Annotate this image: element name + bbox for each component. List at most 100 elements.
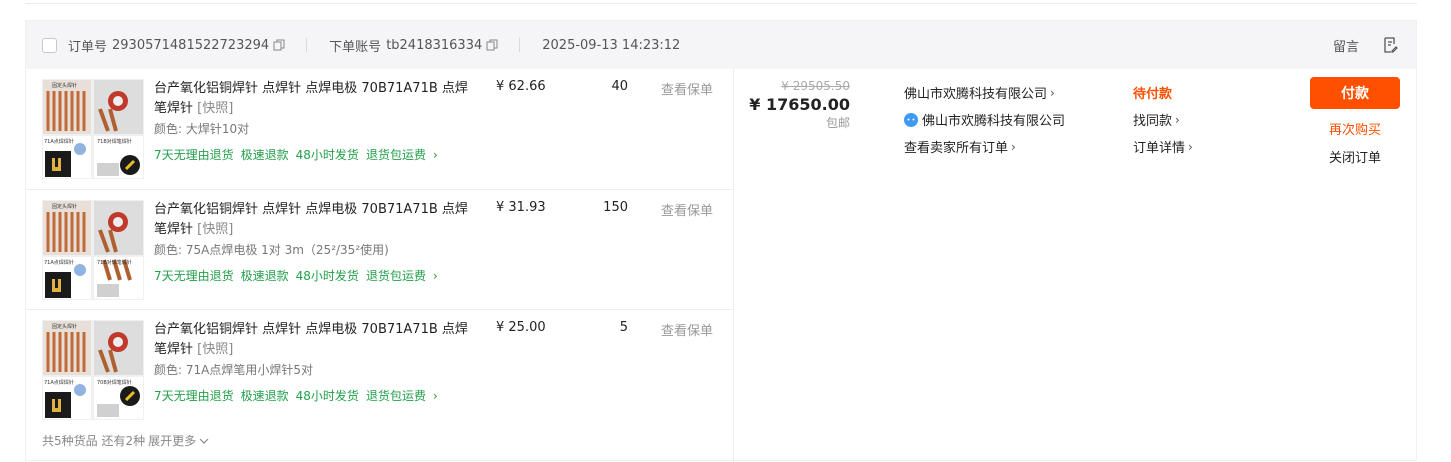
order-card: 订单号 2930571481522723294 下单账号 tb241831633… — [25, 20, 1417, 462]
order-status: 待付款 找同款 › 订单详情 › — [1133, 79, 1193, 160]
chevron-right-icon: › — [1175, 112, 1180, 127]
order-datetime: 2025-09-13 14:23:12 — [542, 37, 681, 53]
product-thumbnail[interactable]: 固定头焊针 71A点焊焊针 71B对焊笔焊针 — [42, 79, 144, 179]
service-tag: 7天无理由退货 — [154, 269, 234, 283]
chevron-right-icon[interactable]: › — [433, 148, 438, 162]
service-tag: 7天无理由退货 — [154, 389, 234, 403]
thumbnail-text: 70B对焊笔焊针 — [97, 379, 132, 386]
view-insurance-link[interactable]: 查看保单 — [661, 200, 713, 219]
shop-name[interactable]: 佛山市欢腾科技有限公司 — [904, 83, 1047, 102]
thumbnail-text: 71B对焊笔焊针 — [97, 259, 132, 266]
service-tag: 退货包运费 — [365, 269, 426, 283]
service-tag: 7天无理由退货 — [154, 148, 234, 162]
product-thumbnail[interactable]: 固定头焊针 71A点焊焊针 71B对焊笔焊针 — [42, 200, 144, 300]
view-insurance-link[interactable]: 查看保单 — [661, 320, 713, 339]
order-checkbox[interactable] — [42, 37, 57, 53]
items-summary: 共5种货品 还有2种 — [42, 434, 146, 448]
product-spec: 颜色: 大焊针10对 — [154, 122, 250, 136]
header-divider — [306, 38, 308, 52]
order-header: 订单号 2930571481522723294 下单账号 tb241831633… — [26, 21, 1416, 69]
expand-more-link[interactable]: 展开更多 — [148, 432, 196, 449]
service-tag: 48小时发货 — [295, 148, 359, 162]
status-badge: 待付款 — [1133, 87, 1173, 102]
order-account: 下单账号 tb2418316334 — [329, 36, 498, 55]
order-details-text[interactable]: 订单详情 — [1133, 137, 1185, 156]
service-tag: 48小时发货 — [295, 269, 359, 283]
account-value: tb2418316334 — [386, 37, 483, 53]
order-number-value: 2930571481522723294 — [112, 37, 270, 53]
product-spec: 颜色: 71A点焊笔用小焊针5对 — [154, 363, 313, 377]
unit-price: ¥ 62.66 — [496, 79, 546, 94]
order-number-label: 订单号 — [68, 39, 108, 55]
account-label: 下单账号 — [329, 39, 382, 55]
service-tags: 7天无理由退货 极速退款 48小时发货 退货包运费 › — [154, 267, 438, 284]
product-title[interactable]: 台产氧化铝铜焊针 点焊针 点焊电极 70B71A71B 点焊笔焊针 [快照] — [154, 200, 474, 240]
total-price: ¥ 17650.00 — [749, 95, 850, 114]
service-tag: 48小时发货 — [295, 389, 359, 403]
chevron-right-icon[interactable]: › — [433, 389, 438, 403]
close-order-link[interactable]: 关闭订单 — [1310, 147, 1400, 166]
product-thumbnail[interactable]: 固定头焊针 71A点焊焊针 70B对焊笔焊针 — [42, 320, 144, 420]
items-list: 固定头焊针 71A点焊焊针 71B对焊笔焊针 台产氧化铝铜焊针 点焊针 点焊电极… — [26, 69, 734, 462]
order-body: 固定头焊针 71A点焊焊针 71B对焊笔焊针 台产氧化铝铜焊针 点焊针 点焊电极… — [26, 69, 1416, 462]
service-tag: 退货包运费 — [365, 148, 426, 162]
chevron-right-icon[interactable]: › — [433, 269, 438, 283]
snapshot-link[interactable]: [快照] — [197, 342, 233, 357]
shop-link[interactable]: 佛山市欢腾科技有限公司 › — [904, 79, 1065, 106]
shipping-info: 包邮 — [825, 116, 850, 130]
note-icon[interactable] — [1383, 37, 1398, 53]
chevron-right-icon: › — [1188, 139, 1193, 154]
pay-button[interactable]: 付款 — [1310, 77, 1400, 109]
unit-price: ¥ 31.93 — [496, 200, 546, 215]
thumbnail-text: 71A点焊焊针 — [44, 259, 74, 266]
service-tag: 极速退款 — [240, 148, 289, 162]
order-number: 订单号 2930571481522723294 — [68, 36, 285, 55]
message-button[interactable]: 留言 — [1333, 36, 1359, 55]
snapshot-link[interactable]: [快照] — [197, 101, 233, 116]
quantity: 5 — [619, 320, 628, 335]
thumbnail-text: 固定头焊针 — [52, 203, 77, 210]
order-details-link[interactable]: 订单详情 › — [1133, 133, 1193, 160]
thumbnail-text: 71A点焊焊针 — [44, 138, 74, 145]
quantity: 150 — [603, 200, 628, 215]
order-actions: 付款 再次购买 关闭订单 — [1310, 77, 1400, 166]
contact-seller[interactable]: 佛山市欢腾科技有限公司 — [904, 106, 1065, 133]
thumbnail-text: 71A点焊焊针 — [44, 379, 74, 386]
order-item: 固定头焊针 71A点焊焊针 70B对焊笔焊针 台产氧化铝铜焊针 点焊针 点焊电极… — [26, 309, 734, 429]
service-tag: 极速退款 — [240, 389, 289, 403]
contact-name[interactable]: 佛山市欢腾科技有限公司 — [922, 110, 1065, 129]
chevron-right-icon: › — [1011, 139, 1016, 154]
items-footer: 共5种货品 还有2种 展开更多 — [42, 432, 209, 449]
snapshot-link[interactable]: [快照] — [197, 222, 233, 237]
chevron-right-icon: › — [1050, 85, 1055, 100]
thumbnail-text: 71B对焊笔焊针 — [97, 138, 132, 145]
order-item: 固定头焊针 71A点焊焊针 71B对焊笔焊针 台产氧化铝铜焊针 点焊针 点焊电极… — [26, 69, 734, 189]
seller-info: 佛山市欢腾科技有限公司 › 佛山市欢腾科技有限公司 查看卖家所有订单 › — [904, 79, 1065, 160]
seller-all-orders-link[interactable]: 查看卖家所有订单 › — [904, 133, 1065, 160]
original-price: ¥ 29505.50 — [781, 79, 850, 93]
chat-icon[interactable] — [904, 112, 918, 127]
service-tags: 7天无理由退货 极速退款 48小时发货 退货包运费 › — [154, 146, 438, 163]
find-similar-text[interactable]: 找同款 — [1133, 110, 1172, 129]
copy-icon[interactable] — [273, 39, 285, 51]
service-tags: 7天无理由退货 极速退款 48小时发货 退货包运费 › — [154, 387, 438, 404]
product-title[interactable]: 台产氧化铝铜焊针 点焊针 点焊电极 70B71A71B 点焊笔焊针 [快照] — [154, 320, 474, 360]
rebuy-link[interactable]: 再次购买 — [1310, 119, 1400, 138]
thumbnail-text: 固定头焊针 — [52, 323, 77, 330]
copy-icon[interactable] — [486, 39, 498, 51]
service-tag: 极速退款 — [240, 269, 289, 283]
order-item: 固定头焊针 71A点焊焊针 71B对焊笔焊针 台产氧化铝铜焊针 点焊针 点焊电极… — [26, 189, 734, 309]
header-divider — [519, 38, 521, 52]
service-tag: 退货包运费 — [365, 389, 426, 403]
find-similar-link[interactable]: 找同款 › — [1133, 106, 1193, 133]
previous-card-edge — [25, 0, 1417, 4]
chevron-down-icon[interactable] — [199, 437, 209, 445]
thumbnail-text: 固定头焊针 — [52, 82, 77, 89]
unit-price: ¥ 25.00 — [496, 320, 546, 335]
view-insurance-link[interactable]: 查看保单 — [661, 79, 713, 98]
seller-all-orders-text[interactable]: 查看卖家所有订单 — [904, 137, 1008, 156]
product-title[interactable]: 台产氧化铝铜焊针 点焊针 点焊电极 70B71A71B 点焊笔焊针 [快照] — [154, 79, 474, 119]
product-spec: 颜色: 75A点焊电极 1对 3m（25²/35²使用) — [154, 243, 389, 257]
header-actions: 留言 — [1333, 21, 1398, 69]
quantity: 40 — [611, 79, 628, 94]
